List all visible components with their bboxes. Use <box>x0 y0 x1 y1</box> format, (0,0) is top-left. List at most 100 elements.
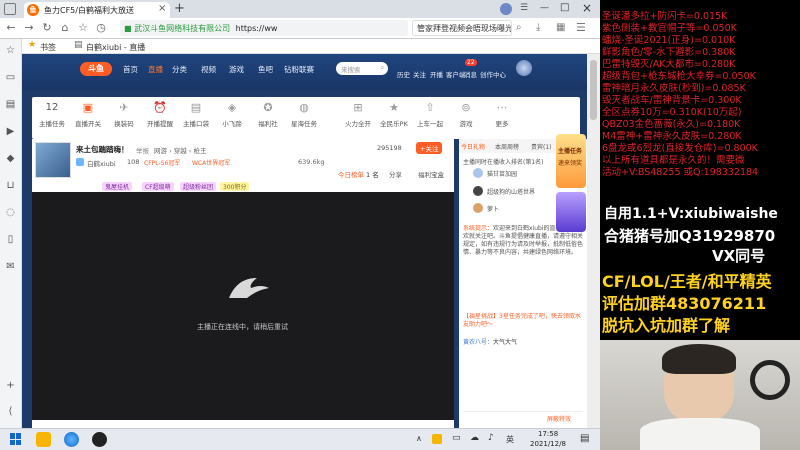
notification-icon[interactable]: ▤ <box>580 433 589 444</box>
extensions-icon[interactable]: ▦ <box>556 22 565 33</box>
nav-yuba[interactable]: 鱼吧 <box>258 64 273 75</box>
tray-show-hidden-icon[interactable]: ∧ <box>416 434 422 443</box>
category-path[interactable]: 网游 › 穿越 › 枪王 <box>154 145 206 155</box>
follow-link[interactable]: 关注 <box>413 69 426 79</box>
toolbar-item[interactable]: ◈ 小飞蹄 <box>216 101 248 128</box>
page-scrollbar[interactable] <box>587 54 600 428</box>
today-rank-label[interactable]: 今日榜单 <box>338 169 364 179</box>
clock-time[interactable]: 17:58 <box>538 430 558 438</box>
tray-cloud-icon[interactable]: ☁ <box>470 433 479 443</box>
task-widget[interactable] <box>556 192 586 232</box>
refresh-icon[interactable]: ↻ <box>40 21 54 35</box>
book-icon[interactable]: ▭ <box>4 71 17 84</box>
tab-list-icon[interactable] <box>4 3 16 15</box>
promo-widget[interactable]: 主播任务 速来领奖 <box>556 134 586 188</box>
phone-icon[interactable]: ▯ <box>4 233 17 246</box>
history-link[interactable]: 历史 <box>397 69 410 79</box>
client-link[interactable]: 客户端 <box>446 69 466 79</box>
chat-input[interactable]: 屏蔽特效 <box>463 411 583 423</box>
download-icon[interactable]: ⤓ <box>536 22 540 33</box>
site-search-icon[interactable]: ⌕ <box>380 63 384 73</box>
video-area[interactable]: 主播正在连线中，请稍后重试 <box>32 192 454 428</box>
toolbar-item[interactable]: ★ 全民乐PK <box>378 101 410 128</box>
toolbar-item[interactable]: ⇧ 上车一起 <box>414 101 446 128</box>
forward-icon[interactable]: → <box>22 21 36 35</box>
tab-weekly[interactable]: 本周周榜 <box>495 142 519 151</box>
window-close-button[interactable]: × <box>582 1 592 15</box>
nav-category[interactable]: 分类 <box>172 64 187 75</box>
search-input[interactable]: 管家拜登视频会晤现场曝光 <box>412 20 512 36</box>
streamer-name[interactable]: 白鹤xiubi <box>87 158 116 168</box>
follow-button[interactable]: +关注 <box>416 142 443 154</box>
toolbar-item[interactable]: ⊚ 游戏 <box>450 101 482 128</box>
tab-today-gift[interactable]: 今日礼物 <box>461 142 485 151</box>
taskbar-app-icon[interactable] <box>36 432 51 447</box>
toolbar-item[interactable]: ⏰ 开播提醒 <box>144 101 176 128</box>
toolbar-item[interactable]: ⊞ 火力全开 <box>342 101 374 128</box>
tray-app-icon[interactable] <box>432 434 442 444</box>
tray-volume-icon[interactable]: ♪ <box>488 433 494 443</box>
video-icon[interactable]: ▶ <box>4 125 17 138</box>
window-avatar-icon[interactable] <box>500 3 512 15</box>
search-icon[interactable]: ⌕ <box>516 22 522 33</box>
share-button[interactable]: 分享 <box>389 169 402 179</box>
tab-vip[interactable]: 贵宾(1) <box>531 142 552 151</box>
user-name[interactable]: 黄农八号： <box>463 339 493 346</box>
chat-icon[interactable]: ◌ <box>4 206 17 219</box>
nav-live[interactable]: 直播 <box>148 64 163 75</box>
effects-toggle[interactable]: 屏蔽特效 <box>547 414 571 423</box>
tag-chip[interactable]: CF超级萌 <box>142 182 174 191</box>
url-field[interactable]: ■ 武汉斗鱼网络科技有限公司 https://ww <box>120 20 408 36</box>
mail-icon[interactable]: ✉ <box>4 260 17 273</box>
toolbar-item[interactable]: ▣ 直播开关 <box>72 101 104 128</box>
report-link[interactable]: 举报 <box>136 145 149 155</box>
window-menu-icon[interactable]: ☰ <box>520 3 528 13</box>
douyu-logo[interactable]: 斗鱼 <box>80 62 112 76</box>
creator-center-link[interactable]: 创作中心 <box>480 69 506 79</box>
toolbar-item[interactable]: ⋯ 更多 <box>486 101 518 128</box>
nav-home[interactable]: 首页 <box>123 64 138 75</box>
home-icon[interactable]: ⌂ <box>58 21 72 35</box>
toolbar-item[interactable]: ◍ 星海任务 <box>288 101 320 128</box>
collapse-icon[interactable]: ⟨ <box>4 405 17 418</box>
tray-network-icon[interactable]: ▭ <box>452 433 461 443</box>
rank-item[interactable]: 超级狗的山塔世界 <box>463 186 553 198</box>
toolbar-item[interactable]: ✈ 换装码 <box>108 101 140 128</box>
toolbar-item[interactable]: 12 主播任务 <box>36 101 68 128</box>
window-maximize-button[interactable]: □ <box>560 2 569 13</box>
taskbar-browser-icon[interactable] <box>64 432 79 447</box>
rank-item[interactable]: 猫甘苗加园 <box>463 168 553 180</box>
clock-date[interactable]: 2021/12/8 <box>530 440 566 448</box>
bookmark-item[interactable]: 白鹤xiubi - 直播 <box>86 42 145 53</box>
toolbar-item[interactable]: ▤ 主播口袋 <box>180 101 212 128</box>
add-icon[interactable]: + <box>4 379 17 392</box>
browser-tab[interactable]: 鱼 鱼力CF5/白鹤福利大放送 <box>24 2 170 18</box>
nav-video[interactable]: 视频 <box>201 64 216 75</box>
star-icon[interactable]: ☆ <box>4 44 17 57</box>
toolbar-item[interactable]: ✪ 福利社 <box>252 101 284 128</box>
bookmarks-label[interactable]: 书签 <box>40 42 56 53</box>
taskbar-obs-icon[interactable] <box>92 432 107 447</box>
nav-diamond-fans[interactable]: 钻粉联赛 <box>284 64 314 75</box>
tag-chip[interactable]: 鬼屋挂机 <box>102 182 133 191</box>
new-tab-button[interactable]: + <box>174 1 185 16</box>
windows-start-icon[interactable] <box>10 433 22 445</box>
user-avatar[interactable] <box>516 60 532 76</box>
streamer-avatar[interactable] <box>35 142 71 178</box>
nav-game[interactable]: 游戏 <box>229 64 244 75</box>
menu-icon[interactable]: ☰ <box>576 21 586 34</box>
history-icon[interactable]: ◷ <box>94 21 108 35</box>
tab-close-icon[interactable]: × <box>158 3 166 14</box>
scrollbar-thumb[interactable] <box>590 60 597 120</box>
back-icon[interactable]: ← <box>4 21 18 35</box>
tag-chip[interactable]: 超级粉丝团 <box>180 182 217 191</box>
fan-club-button[interactable]: 福利宝盒 <box>418 169 444 179</box>
input-language[interactable]: 英 <box>506 434 514 445</box>
window-minimize-button[interactable]: — <box>540 3 549 13</box>
notes-icon[interactable]: ▤ <box>4 98 17 111</box>
start-stream-link[interactable]: 开播 <box>430 69 443 79</box>
bookmark-star-icon[interactable]: ☆ <box>76 21 90 35</box>
game-icon[interactable]: ◆ <box>4 152 17 165</box>
messages-link[interactable]: 消息 <box>464 69 477 79</box>
rank-item[interactable]: 萝卜 <box>463 203 553 215</box>
